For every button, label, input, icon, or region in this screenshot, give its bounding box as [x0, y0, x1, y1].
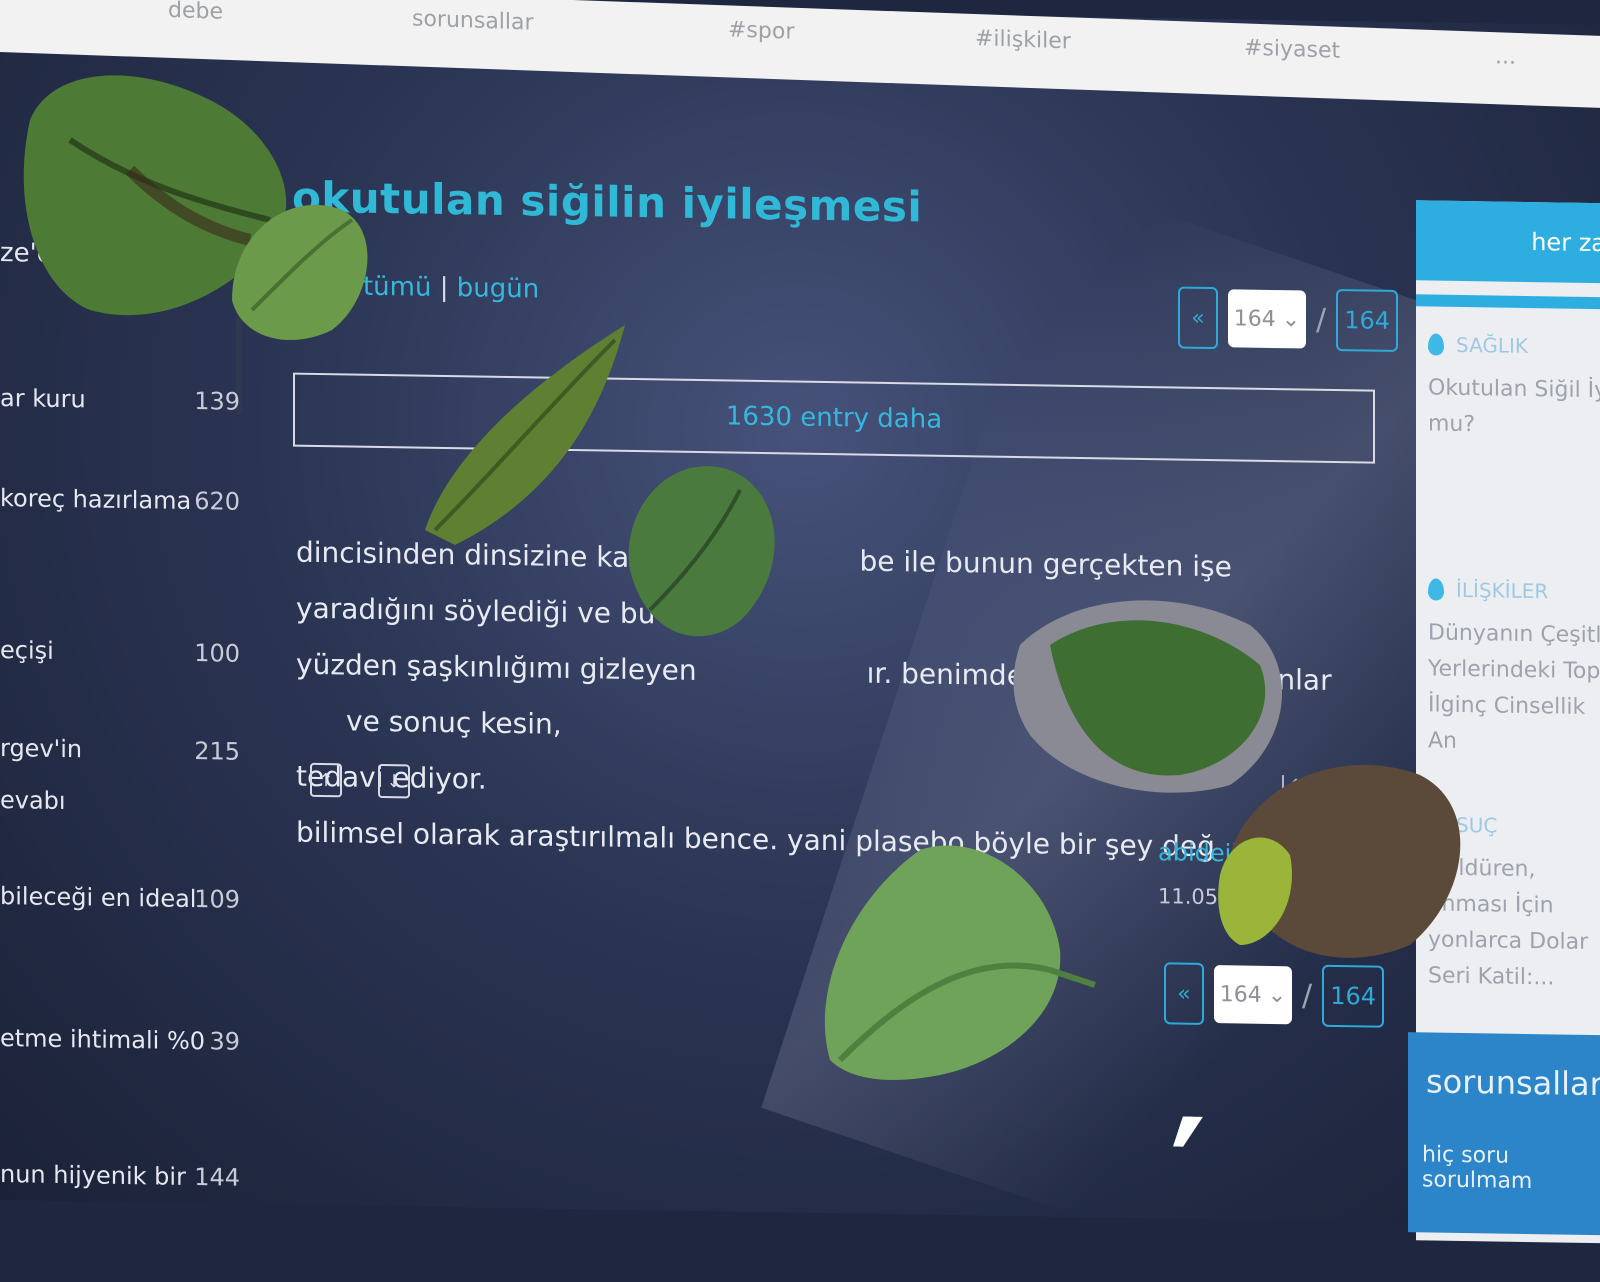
sidebar-item-count: 109 — [194, 885, 240, 914]
sorunsallar-heading[interactable]: sorunsallar — [1426, 1062, 1600, 1103]
sidebar-item[interactable]: rgev'in 215 — [0, 722, 240, 778]
leaf-overlay-2 — [232, 204, 368, 340]
nav-tab-spor[interactable]: #spor — [728, 17, 794, 44]
pager-top: « 164 ⌄ / 164 — [1178, 286, 1399, 352]
sidebar-item[interactable]: eçişi 100 — [0, 624, 240, 680]
sidebar-item-label: koreç hazırlama — [0, 484, 192, 516]
filter-today-link[interactable]: bugün — [457, 273, 539, 304]
sorunsallar-subtitle[interactable]: hiç soru sorulmam — [1422, 1142, 1600, 1195]
pager-page-select[interactable]: 164 ⌄ — [1228, 289, 1306, 349]
sidebar-item-label: ar kuru — [0, 384, 86, 414]
sidebar-item-count: 100 — [194, 639, 240, 668]
nav-tab-siyaset[interactable]: #siyaset — [1244, 35, 1340, 63]
chevron-down-icon: ⌄ — [1281, 306, 1301, 332]
sidebar-item-label: bileceği en ideal — [0, 882, 197, 914]
entry-text: ve sonuç kesin, — [346, 704, 562, 741]
news-card[interactable]: SAĞLIK Okutulan Siğil İy mu? — [1428, 332, 1600, 445]
leaf-overlay-4 — [628, 466, 775, 637]
sidebar-item-count: 139 — [194, 387, 240, 416]
entry-vote-row: ↑ ↓ — [310, 762, 410, 799]
nav-tab-debe[interactable]: debe — [168, 0, 223, 25]
sidebar: ar kuru 139 koreç hazırlama 620 eçişi 10… — [0, 380, 250, 1192]
downvote-arrow-icon[interactable]: ↓ — [378, 763, 410, 799]
pager-page-select[interactable]: 164 ⌄ — [1214, 965, 1292, 1025]
news-card[interactable]: İLİŞKİLER Dünyanın Çeşitli Yerlerindeki … — [1428, 577, 1600, 762]
card-category: İLİŞKİLER — [1428, 577, 1600, 604]
card-title: Okutulan Siğil İy mu? — [1428, 375, 1600, 438]
sidebar-item-count: 144 — [194, 1163, 240, 1192]
drop-icon — [1428, 333, 1444, 356]
mouse-cursor-icon — [1173, 1116, 1203, 1147]
leaf-overlay-3 — [425, 325, 625, 545]
sidebar-item-label: eçişi — [0, 636, 54, 665]
chevron-down-icon: ⌄ — [1267, 982, 1287, 1008]
card-category-label: İLİŞKİLER — [1456, 577, 1549, 604]
sidebar-item-label: evabı — [0, 786, 66, 816]
pager-current-page: 164 — [1233, 305, 1276, 332]
pager-slash: / — [1302, 977, 1313, 1014]
pager-bottom: « 164 ⌄ / 164 — [1164, 962, 1385, 1028]
topic-title[interactable]: okutulan siğilin iyileşmesi — [292, 173, 922, 232]
nav-tab-sorunsallar[interactable]: sorunsallar — [412, 6, 534, 35]
sidebar-item[interactable]: bileceği en ideal 109 — [0, 870, 240, 926]
sidebar-item-count: 215 — [194, 737, 240, 766]
sidebar-item[interactable]: evabı — [0, 774, 240, 830]
drop-icon — [1428, 578, 1444, 601]
pager-current-page: 164 — [1219, 981, 1262, 1008]
filter-separator: | — [439, 272, 449, 304]
upvote-arrow-icon[interactable]: ↑ — [310, 762, 342, 798]
nav-more-menu[interactable]: ... — [1495, 44, 1516, 70]
sidebar-item-count: 39 — [209, 1027, 240, 1056]
sidebar-item[interactable]: nun hijyenik bir 144 — [0, 1148, 240, 1204]
sidebar-item[interactable]: etme ihtimali %0 39 — [0, 1012, 240, 1068]
pager-last-button[interactable]: 164 — [1336, 288, 1399, 352]
pager-last-button[interactable]: 164 — [1322, 964, 1385, 1028]
nav-tab-iliskiler[interactable]: #ilişkiler — [975, 26, 1071, 54]
pager-prev-button[interactable]: « — [1164, 962, 1204, 1025]
sidebar-item-count: 620 — [194, 487, 240, 516]
card-title: Dünyanın Çeşitli Yerlerindeki Topl İlgin… — [1428, 620, 1600, 754]
leaf-overlay-6 — [1218, 764, 1461, 958]
sidebar-item-label: rgev'in — [0, 734, 83, 764]
right-panel-header[interactable]: her za — [1416, 200, 1600, 284]
leaf-overlay-7 — [824, 845, 1096, 1080]
pager-slash: / — [1316, 302, 1327, 338]
sidebar-item-label: nun hijyenik bir — [0, 1160, 186, 1191]
sidebar-item[interactable]: koreç hazırlama 620 — [0, 472, 240, 528]
sidebar-item[interactable]: ar kuru 139 — [0, 372, 240, 428]
sidebar-item-label: etme ihtimali %0 — [0, 1024, 206, 1056]
sorunsallar-panel: sorunsallar hiç soru sorulmam — [1408, 1032, 1600, 1236]
pager-prev-button[interactable]: « — [1178, 286, 1218, 350]
card-category: SAĞLIK — [1428, 332, 1600, 359]
card-category-label: SAĞLIK — [1456, 332, 1529, 359]
